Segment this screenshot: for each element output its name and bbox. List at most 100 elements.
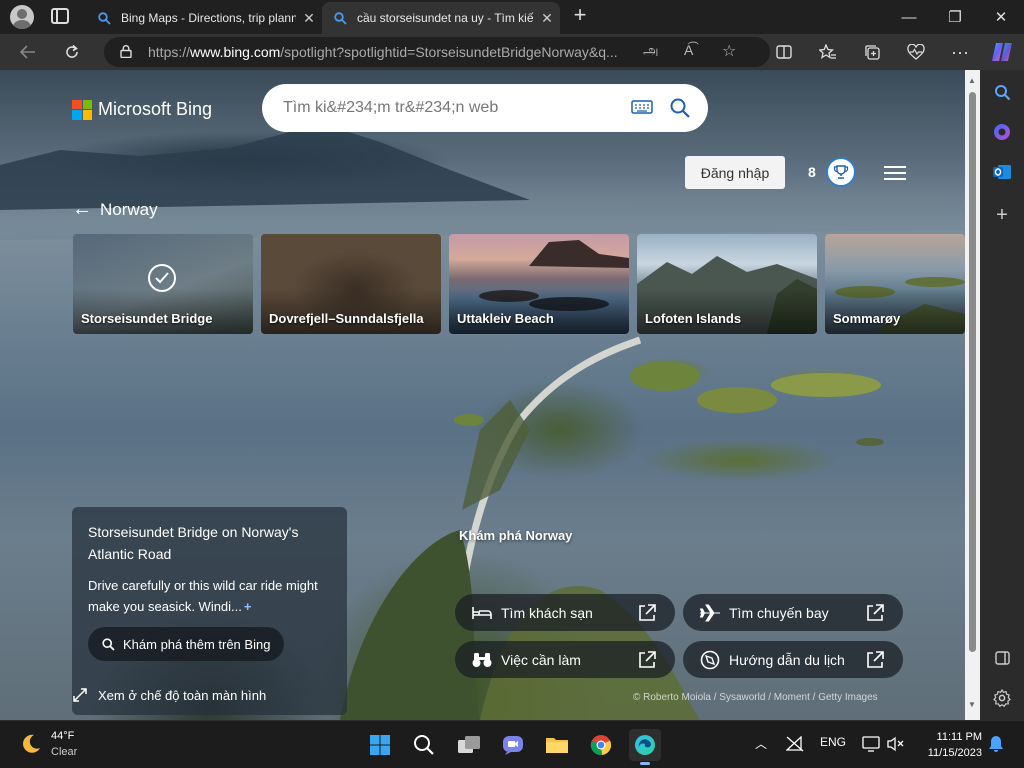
tab-title: cầu storseisundet na uy - Tìm kiế <box>357 11 534 25</box>
edge-icon[interactable] <box>629 729 661 765</box>
close-window-button[interactable]: ✕ <box>978 0 1024 34</box>
lock-icon[interactable] <box>120 45 132 58</box>
clock-time: 11:11 PM <box>936 731 982 743</box>
external-link-icon <box>639 650 656 668</box>
sidebar-settings-gear-icon[interactable] <box>990 686 1014 710</box>
search-placeholder[interactable]: Tìm ki&#234;m tr&#234;n web <box>283 99 498 117</box>
taskbar-search-icon[interactable] <box>408 729 440 761</box>
browser-toolbar: https://www.bing.com/spotlight?spotlight… <box>0 34 1024 70</box>
address-bar[interactable]: https://www.bing.com/spotlight?spotlight… <box>104 37 770 67</box>
card-label: Lofoten Islands <box>645 311 742 326</box>
spotlight-card[interactable]: Uttakleiv Beach <box>449 234 629 334</box>
plane-icon <box>697 604 723 622</box>
volume-muted-icon[interactable] <box>886 736 904 752</box>
things-to-do-button[interactable]: Việc cần làm <box>455 641 675 678</box>
tab-close-icon[interactable]: ✕ <box>534 10 560 27</box>
weather-temperature[interactable]: 44°F <box>51 730 74 742</box>
image-description: Drive carefully or this wild car ride mi… <box>88 578 318 614</box>
hide-sidebar-icon[interactable] <box>990 646 1014 670</box>
fullscreen-link[interactable]: Xem ở chế độ toàn màn hình <box>72 687 266 703</box>
weather-condition[interactable]: Clear <box>51 746 77 758</box>
refresh-button[interactable] <box>56 34 88 70</box>
search-icon <box>102 637 115 651</box>
sidebar-search-icon[interactable] <box>990 80 1014 104</box>
title-bar: Bing Maps - Directions, trip plann ✕ cầu… <box>0 0 1024 34</box>
bing-logo[interactable]: Microsoft Bing <box>72 99 212 120</box>
tab-close-icon[interactable]: ✕ <box>296 10 322 27</box>
collections-icon[interactable] <box>856 34 888 70</box>
display-icon[interactable] <box>862 736 880 752</box>
teams-chat-icon[interactable] <box>497 729 529 761</box>
card-label: Uttakleiv Beach <box>457 311 554 326</box>
favorites-icon[interactable] <box>812 34 844 70</box>
more-menu-icon[interactable]: ··· <box>944 34 976 70</box>
search-icon[interactable] <box>669 97 691 119</box>
external-link-icon <box>867 650 884 668</box>
card-label: Sommarøy <box>833 311 901 326</box>
profile-avatar[interactable] <box>10 5 34 29</box>
keyboard-icon[interactable] <box>631 99 653 115</box>
maximize-button[interactable]: ❐ <box>932 0 978 34</box>
start-button[interactable] <box>364 729 396 761</box>
compass-icon <box>697 650 723 670</box>
rewards-points[interactable]: 8 <box>808 164 816 180</box>
explore-more-button[interactable]: Khám phá thêm trên Bing <box>88 627 285 661</box>
browser-essentials-icon[interactable] <box>900 34 932 70</box>
card-label: Storseisundet Bridge <box>81 311 213 326</box>
tab-bing-search[interactable]: cầu storseisundet na uy - Tìm kiế ✕ <box>322 2 560 34</box>
moon-weather-icon[interactable] <box>20 733 42 755</box>
menu-hamburger-icon[interactable] <box>884 166 906 180</box>
url-text[interactable]: https://www.bing.com/spotlight?spotlight… <box>148 44 648 60</box>
notification-bell-icon[interactable] <box>988 735 1004 753</box>
task-view-icon[interactable] <box>453 729 485 761</box>
tab-actions-icon[interactable] <box>51 8 69 24</box>
back-button[interactable] <box>12 34 44 70</box>
tab-title: Bing Maps - Directions, trip plann <box>121 11 296 25</box>
travel-guide-button[interactable]: Hướng dẫn du lịch <box>683 641 903 678</box>
spotlight-card[interactable]: Sommarøy <box>825 234 965 334</box>
system-clock[interactable]: 11:11 PM 11/15/2023 <box>918 729 982 761</box>
find-hotels-button[interactable]: Tìm khách sạn <box>455 594 675 631</box>
split-screen-icon[interactable] <box>768 34 800 70</box>
favorite-star-icon[interactable]: ☆ <box>722 41 736 61</box>
expand-more-icon[interactable]: + <box>244 599 252 614</box>
read-aloud-icon[interactable]: A͡ <box>684 42 693 58</box>
card-label: Dovrefjell–Sunndalsfjella <box>269 311 424 326</box>
minimize-button[interactable]: — <box>886 0 932 34</box>
photo-credit: © Roberto Moiola / Sysaworld / Moment / … <box>633 692 878 703</box>
scroll-down-icon[interactable]: ▼ <box>968 700 976 709</box>
network-icon[interactable] <box>786 736 804 752</box>
copilot-icon[interactable] <box>986 34 1018 70</box>
translate-icon[interactable]: அ <box>643 42 659 61</box>
page-scrollbar[interactable]: ▲ ▼ <box>965 70 980 720</box>
edge-sidebar: + <box>980 70 1024 720</box>
sidebar-copilot-icon[interactable] <box>990 120 1014 144</box>
back-to-norway-link[interactable]: ← Norway <box>72 198 158 221</box>
brand-name: Microsoft Bing <box>98 99 213 119</box>
file-explorer-icon[interactable] <box>541 729 573 761</box>
spotlight-card[interactable]: Dovrefjell–Sunndalsfjella <box>261 234 441 334</box>
back-label: Norway <box>100 199 158 219</box>
show-hidden-icons-chevron[interactable]: ︿ <box>755 735 767 752</box>
tab-bing-maps[interactable]: Bing Maps - Directions, trip plann ✕ <box>86 2 322 34</box>
sidebar-add-icon[interactable]: + <box>990 203 1014 227</box>
scroll-up-icon[interactable]: ▲ <box>968 76 976 85</box>
scrollbar-thumb[interactable] <box>969 92 976 652</box>
sidebar-outlook-icon[interactable] <box>990 160 1014 184</box>
find-flights-button[interactable]: Tìm chuyến bay <box>683 594 903 631</box>
spotlight-card[interactable]: Storseisundet Bridge <box>73 234 253 334</box>
checkmark-icon <box>148 264 176 292</box>
image-title[interactable]: Storseisundet Bridge on Norway's Atlanti… <box>88 521 328 565</box>
sign-in-button[interactable]: Đăng nhập <box>685 156 785 189</box>
search-favicon-icon <box>332 10 348 26</box>
external-link-icon <box>639 603 656 621</box>
spotlight-card[interactable]: Lofoten Islands <box>637 234 817 334</box>
expand-diagonal-icon <box>73 688 87 702</box>
search-box[interactable]: Tìm ki&#234;m tr&#234;n web <box>262 84 708 132</box>
discover-title: Khám phá Norway <box>459 528 573 543</box>
search-favicon-icon <box>96 10 112 26</box>
chrome-icon[interactable] <box>585 729 617 761</box>
rewards-trophy-icon[interactable] <box>826 157 856 187</box>
language-indicator[interactable]: ENG <box>820 735 846 749</box>
new-tab-button[interactable]: + <box>568 4 592 28</box>
